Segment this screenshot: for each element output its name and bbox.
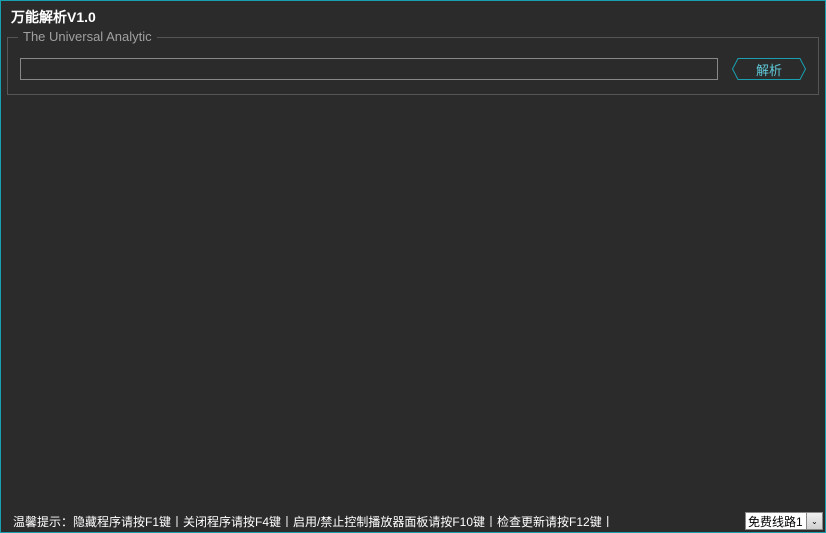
status-bar: 温馨提示：隐藏程序请按F1键丨关闭程序请按F4键丨启用/禁止控制播放器面板请按F… (1, 512, 825, 532)
group-label: The Universal Analytic (18, 29, 157, 44)
input-row: 解析 (20, 58, 806, 80)
chevron-down-icon: ⌄ (811, 517, 818, 526)
parse-button[interactable]: 解析 (732, 58, 806, 80)
line-select-value[interactable]: 免费线路1 (745, 512, 807, 530)
dropdown-button[interactable]: ⌄ (807, 512, 823, 530)
parse-button-wrap: 解析 (732, 58, 806, 80)
status-hint-text: 温馨提示：隐藏程序请按F1键丨关闭程序请按F4键丨启用/禁止控制播放器面板请按F… (13, 513, 614, 530)
line-selector: 免费线路1 ⌄ (745, 512, 823, 530)
universal-analytic-group: The Universal Analytic 解析 (7, 37, 819, 95)
content-area (1, 95, 825, 506)
url-input[interactable] (20, 58, 718, 80)
